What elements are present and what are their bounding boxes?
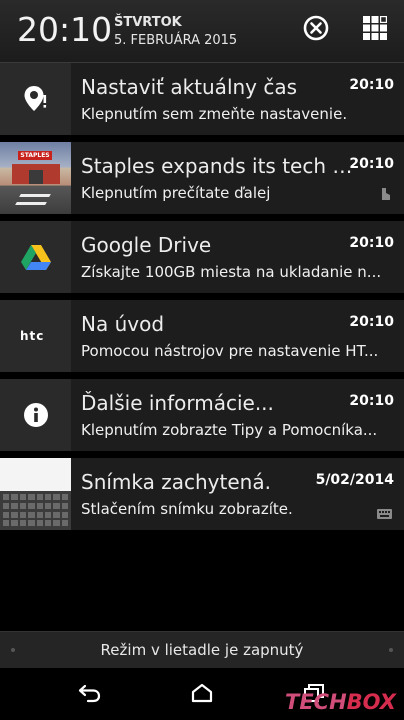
notification-time: 20:10 — [349, 156, 394, 172]
notification-text: Získajte 100GB miesta na ukladanie n... — [81, 263, 382, 281]
notification-title: Nastaviť aktuálny čas — [81, 75, 298, 99]
watermark-box: BOX — [346, 690, 396, 714]
dot-right — [389, 648, 393, 652]
notification-set-time[interactable]: Nastaviť aktuálny čas 20:10 Klepnutím se… — [0, 63, 404, 135]
quick-settings-button[interactable] — [361, 14, 389, 42]
notification-time: 20:10 — [349, 77, 394, 93]
notification-more-info[interactable]: Ďalšie informácie... 20:10 Klepnutím zob… — [0, 379, 404, 451]
notification-text: Klepnutím sem zmeňte nastavenie. — [81, 105, 348, 123]
notification-icon-box: STAPLES — [0, 142, 71, 214]
keyboard-icon — [377, 504, 392, 523]
home-button[interactable] — [187, 680, 217, 706]
notification-text: Stlačením snímku zobrazíte. — [81, 500, 293, 518]
airplane-mode-text: Režim v lietadle je zapnutý — [100, 641, 304, 659]
notification-text: Klepnutím zobrazte Tipy a Pomocníka... — [81, 421, 378, 439]
notification-icon-box — [0, 379, 71, 451]
techbox-watermark: TECHBOX — [285, 690, 396, 714]
info-icon — [23, 403, 48, 427]
htc-logo-icon: htc — [20, 329, 44, 343]
notification-staples-article[interactable]: STAPLES Staples expands its tech s... 20… — [0, 142, 404, 214]
airplane-mode-bar[interactable]: Režim v lietadle je zapnutý — [0, 631, 404, 668]
watermark-tech: TECH — [285, 690, 347, 714]
notification-title: Ďalšie informácie... — [81, 391, 274, 415]
staples-store-thumbnail: STAPLES — [0, 142, 71, 214]
notification-title: Snímka zachytená. — [81, 470, 271, 494]
quick-settings-icon — [363, 16, 388, 40]
notification-title: Staples expands its tech s... — [81, 154, 353, 178]
notification-title: Na úvod — [81, 312, 165, 336]
back-icon — [78, 684, 101, 703]
notification-time: 5/02/2014 — [315, 472, 394, 488]
notification-header: 20:10 ŠTVRTOK 5. FEBRUÁRA 2015 — [0, 0, 404, 63]
notification-icon-box — [0, 63, 71, 135]
notification-getting-started[interactable]: htc Na úvod 20:10 Pomocou nástrojov pre … — [0, 300, 404, 372]
notification-icon-box — [0, 221, 71, 293]
notification-title: Google Drive — [81, 233, 212, 257]
day-of-week: ŠTVRTOK — [114, 15, 182, 30]
blinkfeed-icon — [380, 186, 392, 205]
location-alert-icon — [24, 86, 46, 111]
date: 5. FEBRUÁRA 2015 — [114, 33, 238, 48]
notification-screenshot[interactable]: Snímka zachytená. 5/02/2014 Stlačením sn… — [0, 458, 404, 530]
notification-icon-box — [0, 458, 71, 530]
notification-time: 20:10 — [349, 314, 394, 330]
notification-icon-box: htc — [0, 300, 71, 372]
notification-time: 20:10 — [349, 235, 394, 251]
screenshot-thumbnail — [0, 458, 71, 530]
notification-google-drive[interactable]: Google Drive 20:10 Získajte 100GB miesta… — [0, 221, 404, 293]
dot-left — [11, 648, 15, 652]
clear-all-icon — [303, 15, 329, 41]
home-icon — [191, 683, 213, 703]
notification-text: Pomocou nástrojov pre nastavenie HT... — [81, 342, 379, 360]
clear-all-button[interactable] — [302, 14, 330, 42]
google-drive-icon — [20, 244, 51, 270]
svg-text:htc: htc — [20, 329, 44, 343]
notification-time: 20:10 — [349, 393, 394, 409]
notification-text: Klepnutím prečítate ďalej — [81, 184, 271, 202]
clock: 20:10 — [17, 10, 113, 49]
back-button[interactable] — [75, 680, 105, 706]
